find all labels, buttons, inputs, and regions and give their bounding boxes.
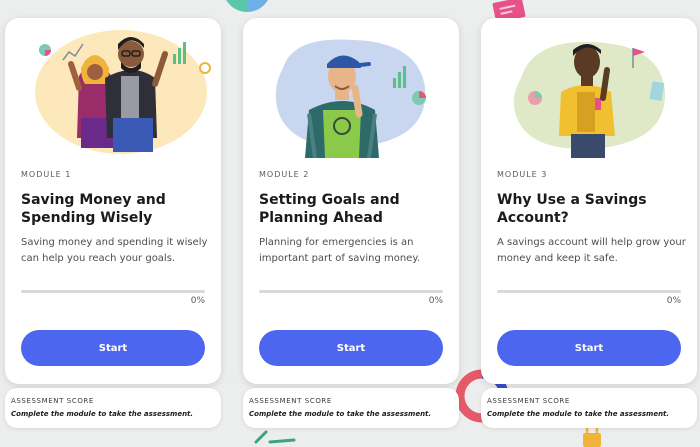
module-card-1: MODULE 1 Saving Money and Spending Wisel… [5, 18, 221, 384]
module-title: Setting Goals and Planning Ahead [259, 192, 400, 226]
assessment-score-panel-2: ASSESSMENT SCORE Complete the module to … [243, 388, 459, 428]
start-button[interactable]: Start [21, 330, 205, 366]
module-label: MODULE 3 [497, 170, 548, 179]
background-pie-decoration [226, 0, 268, 12]
module-description: A savings account will help grow your mo… [497, 237, 686, 264]
progress-bar [259, 290, 443, 293]
module-description: Saving money and spending it wisely can … [21, 237, 208, 264]
progress-bar [497, 290, 681, 293]
thinking-person-illustration [243, 18, 459, 158]
module-card-3: MODULE 3 Why Use a Savings Account? A sa… [481, 18, 697, 384]
progress-percent: 0% [428, 296, 443, 306]
module-description: Planning for emergencies is an important… [259, 237, 421, 264]
person-yellow-jacket-illustration [481, 18, 697, 158]
progress-percent: 0% [666, 296, 681, 306]
background-line-decoration [254, 430, 296, 444]
start-button[interactable]: Start [259, 330, 443, 366]
assessment-score-panel-1: ASSESSMENT SCORE Complete the module to … [5, 388, 221, 428]
assessment-note: Complete the module to take the assessme… [487, 410, 670, 418]
module-card-2: MODULE 2 Setting Goals and Planning Ahea… [243, 18, 459, 384]
module-title: Saving Money and Spending Wisely [21, 192, 166, 226]
assessment-score-panel-3: ASSESSMENT SCORE Complete the module to … [481, 388, 697, 428]
assessment-note: Complete the module to take the assessme… [249, 410, 432, 418]
assessment-score-label: ASSESSMENT SCORE [11, 397, 94, 405]
module-title: Why Use a Savings Account? [497, 192, 647, 226]
progress-percent: 0% [190, 296, 205, 306]
progress-bar [21, 290, 205, 293]
two-people-waving-illustration [5, 18, 221, 158]
module-label: MODULE 2 [259, 170, 310, 179]
assessment-note: Complete the module to take the assessme… [11, 410, 194, 418]
start-button[interactable]: Start [497, 330, 681, 366]
assessment-score-label: ASSESSMENT SCORE [487, 397, 570, 405]
assessment-score-label: ASSESSMENT SCORE [249, 397, 332, 405]
module-label: MODULE 1 [21, 170, 72, 179]
